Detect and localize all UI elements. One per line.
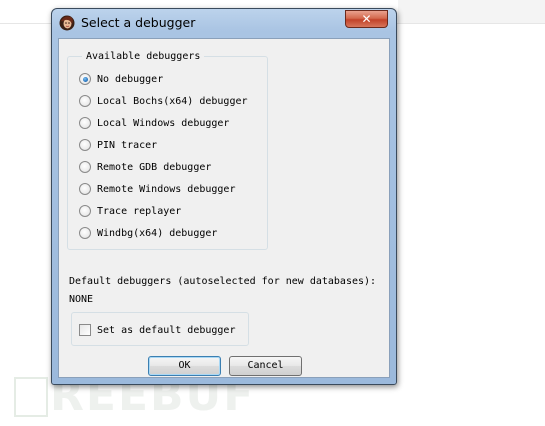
set-default-checkbox-row[interactable]: Set as default debugger	[79, 323, 235, 337]
set-default-checkbox[interactable]	[79, 324, 91, 336]
background-window-strip	[398, 0, 545, 23]
radio-windbg-debugger[interactable]: Windbg(x64) debugger	[79, 226, 217, 240]
radio-button[interactable]	[79, 161, 91, 173]
radio-local-bochs-debugger[interactable]: Local Bochs(x64) debugger	[79, 94, 248, 108]
ok-button[interactable]: OK	[148, 356, 221, 376]
radio-label: Local Bochs(x64) debugger	[97, 95, 248, 107]
radio-label: Trace replayer	[97, 205, 182, 217]
radio-button[interactable]	[79, 205, 91, 217]
radio-button[interactable]	[79, 95, 91, 107]
radio-no-debugger[interactable]: No debugger	[79, 72, 163, 86]
close-icon: ✕	[361, 12, 372, 26]
radio-button-selected[interactable]	[79, 73, 91, 85]
radio-label: Remote GDB debugger	[97, 161, 212, 173]
radio-label: No debugger	[97, 73, 164, 85]
dialog-title: Select a debugger	[81, 15, 196, 30]
close-button[interactable]: ✕	[345, 10, 388, 28]
radio-button[interactable]	[79, 227, 91, 239]
select-debugger-dialog: Select a debugger ✕ Available debuggers …	[51, 8, 397, 385]
radio-label: Remote Windows debugger	[97, 183, 236, 195]
radio-label: PIN tracer	[97, 139, 158, 151]
default-debuggers-label: Default debuggers (autoselected for new …	[69, 276, 377, 287]
cancel-button[interactable]: Cancel	[229, 356, 302, 376]
radio-button[interactable]	[79, 117, 91, 129]
app-avatar-icon	[59, 15, 75, 31]
radio-remote-windows-debugger[interactable]: Remote Windows debugger	[79, 182, 235, 196]
radio-pin-tracer[interactable]: PIN tracer	[79, 138, 157, 152]
radio-button[interactable]	[79, 139, 91, 151]
radio-label: Windbg(x64) debugger	[97, 227, 218, 239]
dialog-client-area: Available debuggers No debugger Local Bo…	[58, 38, 390, 378]
set-default-label: Set as default debugger	[97, 324, 236, 336]
watermark-logo-box	[14, 377, 48, 417]
default-debuggers-value: NONE	[69, 294, 94, 305]
radio-remote-gdb-debugger[interactable]: Remote GDB debugger	[79, 160, 211, 174]
radio-local-windows-debugger[interactable]: Local Windows debugger	[79, 116, 229, 130]
title-bar[interactable]: Select a debugger ✕	[52, 9, 396, 37]
radio-button[interactable]	[79, 183, 91, 195]
available-debuggers-legend: Available debuggers	[82, 51, 205, 63]
radio-trace-replayer[interactable]: Trace replayer	[79, 204, 181, 218]
radio-label: Local Windows debugger	[97, 117, 230, 129]
